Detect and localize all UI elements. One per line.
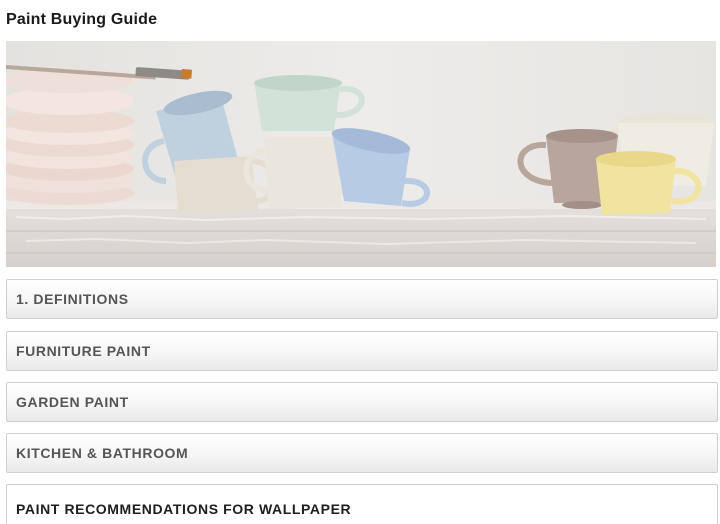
accordion-item-label: GARDEN PAINT <box>16 394 129 410</box>
page: Paint Buying Guide 1. DEFINITIONS FURNIT… <box>0 0 720 524</box>
plates-stack <box>6 69 134 205</box>
accordion-item-label: 1. DEFINITIONS <box>16 291 129 307</box>
accordion-item-kitchen-bathroom[interactable]: KITCHEN & BATHROOM <box>6 433 718 473</box>
accordion-item-label: FURNITURE PAINT <box>16 343 151 359</box>
page-title: Paint Buying Guide <box>6 11 158 28</box>
accordion-item-furniture-paint[interactable]: FURNITURE PAINT <box>6 331 718 371</box>
accordion-item-label: PAINT RECOMMENDATIONS FOR WALLPAPER <box>16 501 352 517</box>
accordion-item-garden-paint[interactable]: GARDEN PAINT <box>6 382 718 422</box>
hero-image <box>6 41 716 267</box>
accordion-item-definitions[interactable]: 1. DEFINITIONS <box>6 279 718 319</box>
accordion-item-wallpaper-recommendations[interactable]: PAINT RECOMMENDATIONS FOR WALLPAPER <box>6 484 718 524</box>
accordion-item-label: KITCHEN & BATHROOM <box>16 445 189 461</box>
